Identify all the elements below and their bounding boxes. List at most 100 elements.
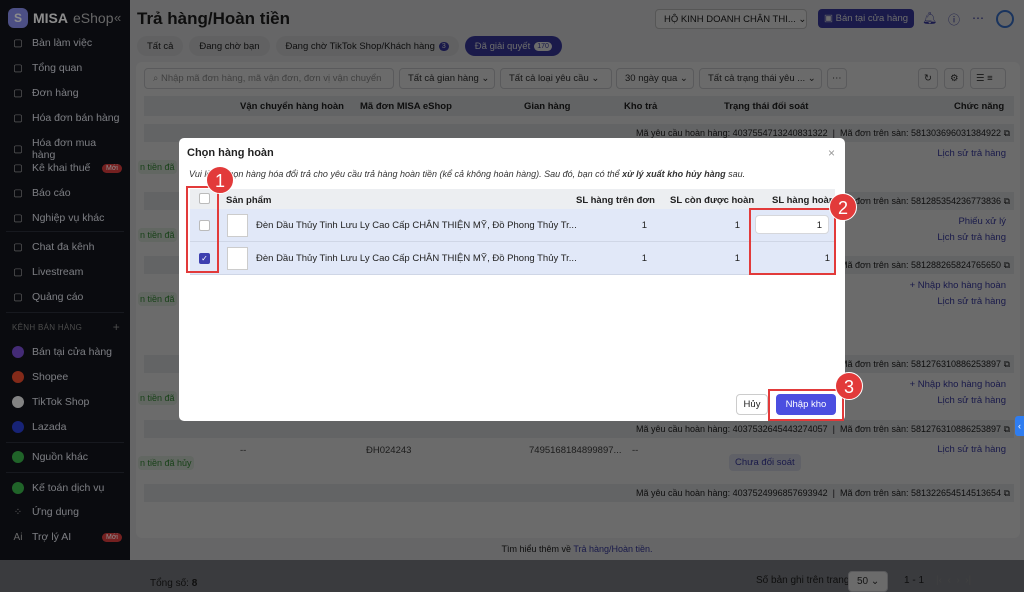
sidebar-item-label: Bàn làm việc: [32, 37, 93, 49]
shipping-value: --: [240, 445, 247, 456]
more-filters-button[interactable]: ⋯: [827, 68, 847, 89]
channel-item[interactable]: Nguồn khác: [12, 451, 122, 463]
modal-description: Vui lòng chọn hàng hóa đổi trả cho yêu c…: [189, 169, 745, 179]
close-icon[interactable]: ×: [828, 146, 835, 160]
channel-item[interactable]: Lazada: [12, 421, 122, 433]
annotation-marker-3: 3: [835, 372, 863, 400]
chart-icon: ▢: [13, 187, 23, 199]
add-channel-icon[interactable]: +: [113, 320, 120, 334]
settings-icon[interactable]: ⚙: [944, 68, 964, 89]
store-select[interactable]: HỘ KINH DOANH CHÂN THI... ⌄: [655, 9, 807, 29]
sidebar-item[interactable]: ▢ Nghiệp vụ khác: [12, 212, 122, 224]
sidebar-item[interactable]: ▢ Quảng cáo: [12, 291, 122, 303]
channel-icon: [12, 421, 24, 433]
sidebar-item-label: Chat đa kênh: [32, 241, 95, 253]
collapse-sidebar-icon[interactable]: «: [114, 10, 121, 25]
learn-more: Tìm hiểu thêm về Trả hàng/Hoàn tiền.: [130, 544, 1024, 554]
learn-more-link[interactable]: Trả hàng/Hoàn tiền.: [573, 544, 652, 554]
annotation-box-3: [768, 389, 844, 421]
channel-icon: [12, 346, 24, 358]
desc-bold[interactable]: xử lý xuất kho hủy hàng: [622, 169, 725, 179]
sidebar-item[interactable]: ▢ Livestream: [12, 266, 122, 278]
sidebar-item[interactable]: ▢ Chat đa kênh: [12, 241, 122, 253]
sidebar-item-label: Ứng dụng: [32, 506, 79, 518]
sidebar-item[interactable]: ▢ Kê khai thuế Mới: [12, 162, 122, 174]
misa-order-link[interactable]: ĐH024243: [366, 445, 411, 456]
sidebar-item[interactable]: ⁘ Ứng dụng: [12, 506, 122, 518]
sidebar-item[interactable]: ▢ Báo cáo: [12, 187, 122, 199]
col-qty-order: SL hàng trên đơn: [576, 195, 655, 206]
per-page-select[interactable]: 50 ⌄: [848, 571, 888, 592]
marketplace-order-id: Mã đơn trên sàn: 581288265824765650: [840, 260, 1002, 270]
view-toggle[interactable]: ☰ ≡: [970, 68, 1006, 89]
group-ids: Mã đơn trên sàn: 581276310886253897 ⧉: [840, 359, 1010, 369]
row-action-link[interactable]: Lịch sử trả hàng: [937, 395, 1006, 406]
desc-end: sau.: [725, 169, 746, 179]
avatar[interactable]: [996, 10, 1014, 28]
items-table: Sản phẩm SL hàng trên đơn SL còn được ho…: [190, 189, 835, 275]
tab-resolved[interactable]: Đã giải quyết 170: [464, 36, 562, 56]
sell-in-store-button[interactable]: ▣ Bán tại cửa hàng: [818, 9, 914, 28]
logo[interactable]: S MISA eShop: [8, 8, 113, 28]
annotation-marker-1: 1: [206, 166, 234, 194]
sidebar-item[interactable]: Kế toán dịch vụ: [12, 482, 122, 494]
sidebar-item-label: Kê khai thuế: [32, 162, 91, 174]
order-icon: ▢: [13, 87, 23, 99]
product-image: [227, 247, 248, 270]
status-filter[interactable]: Tất cả trạng thái yêu ... ⌄: [699, 68, 822, 89]
channel-icon: [12, 371, 24, 383]
sidebar-item[interactable]: ▢ Tổng quan: [12, 62, 122, 74]
qty-order: 1: [641, 220, 647, 231]
marketplace-order-id: Mã đơn trên sàn: 581276310886253897: [840, 424, 1002, 434]
tab-all[interactable]: Tất cả: [137, 36, 184, 56]
sidebar-item[interactable]: ▢ Hóa đơn mua hàng: [12, 137, 122, 161]
sidebar-item[interactable]: ▢ Đơn hàng: [12, 87, 122, 99]
col-shipping: Vận chuyển hàng hoàn: [240, 101, 344, 112]
cancel-button[interactable]: Hủy: [736, 394, 768, 415]
divider: [6, 312, 124, 313]
sidebar-item[interactable]: Ai Trợ lý AI Mới: [12, 531, 122, 543]
store-icon: ▣: [824, 13, 833, 24]
tab-waiting-you[interactable]: Đang chờ bạn: [189, 36, 270, 56]
side-expand-tab[interactable]: ‹: [1015, 416, 1024, 436]
annotation-marker-2: 2: [829, 193, 857, 221]
pagination-arrows[interactable]: |‹ ‹ › ›|: [936, 575, 971, 586]
sidebar-item[interactable]: ▢ Bàn làm việc: [12, 37, 122, 49]
status-tabs: Tất cả Đang chờ bạn Đang chờ TikTok Shop…: [137, 36, 562, 56]
more-icon[interactable]: ⋯: [972, 11, 984, 25]
sidebar-item[interactable]: ▢ Hóa đơn bán hàng: [12, 112, 122, 124]
sidebar-item-label: Livestream: [32, 266, 84, 278]
channel-label: Shopee: [32, 371, 69, 383]
type-filter[interactable]: Tất cả loại yêu cầu ⌄: [500, 68, 612, 89]
channel-label: Bán tại cửa hàng: [32, 346, 113, 358]
status-filter-value: Tất cả trạng thái yêu ...: [708, 73, 806, 84]
bell-icon[interactable]: 🔔︎: [922, 11, 937, 25]
row-action-link[interactable]: Lịch sử trả hàng: [937, 148, 1006, 159]
store-filter[interactable]: Tất cả gian hàng ⌄: [399, 68, 495, 89]
period-filter[interactable]: 30 ngày qua ⌄: [616, 68, 694, 89]
search-placeholder: Nhập mã đơn hàng, mã vận đơn, đơn vị vận…: [160, 73, 382, 84]
row-action-link[interactable]: Lịch sử trả hàng: [937, 296, 1006, 307]
row-action-link[interactable]: + Nhập kho hàng hoàn: [910, 280, 1006, 291]
product-name: Đèn Dầu Thủy Tinh Lưu Ly Cao Cấp CHÂN TH…: [256, 220, 577, 231]
help-icon[interactable]: ⓘ: [948, 11, 960, 28]
row-action-link[interactable]: Lịch sử trả hàng: [937, 444, 1006, 455]
type-filter-value: Tất cả loại yêu cầu: [509, 73, 589, 84]
table-header: Vận chuyển hàng hoàn Mã đơn MISA eShop G…: [144, 96, 1014, 116]
channel-item[interactable]: Bán tại cửa hàng: [12, 346, 122, 358]
channel-item[interactable]: TikTok Shop: [12, 396, 122, 408]
annotation-box-1: [186, 186, 219, 273]
marketplace-order-id: Mã đơn trên sàn: 581276310886253897: [840, 359, 1002, 369]
search-input[interactable]: ⌕ Nhập mã đơn hàng, mã vận đơn, đơn vị v…: [144, 68, 394, 89]
row-action-link[interactable]: Phiếu xử lý: [958, 216, 1006, 227]
row-action-link[interactable]: Lịch sử trả hàng: [937, 232, 1006, 243]
refresh-icon[interactable]: ↻: [918, 68, 938, 89]
sidebar-item-label: Báo cáo: [32, 187, 71, 199]
sidebar-item-label: Quảng cáo: [32, 291, 84, 303]
sidebar-item-label: Hóa đơn mua hàng: [31, 137, 97, 161]
row-action-link[interactable]: + Nhập kho hàng hoàn: [910, 379, 1006, 390]
desc-text: Vui lòng chọn hàng hóa đổi trả cho yêu c…: [189, 169, 623, 179]
channel-item[interactable]: Shopee: [12, 371, 122, 383]
item-row: Đèn Dầu Thủy Tinh Lưu Ly Cao Cấp CHÂN TH…: [190, 209, 835, 242]
tab-waiting-tiktok[interactable]: Đang chờ TikTok Shop/Khách hàng 3: [275, 36, 459, 56]
